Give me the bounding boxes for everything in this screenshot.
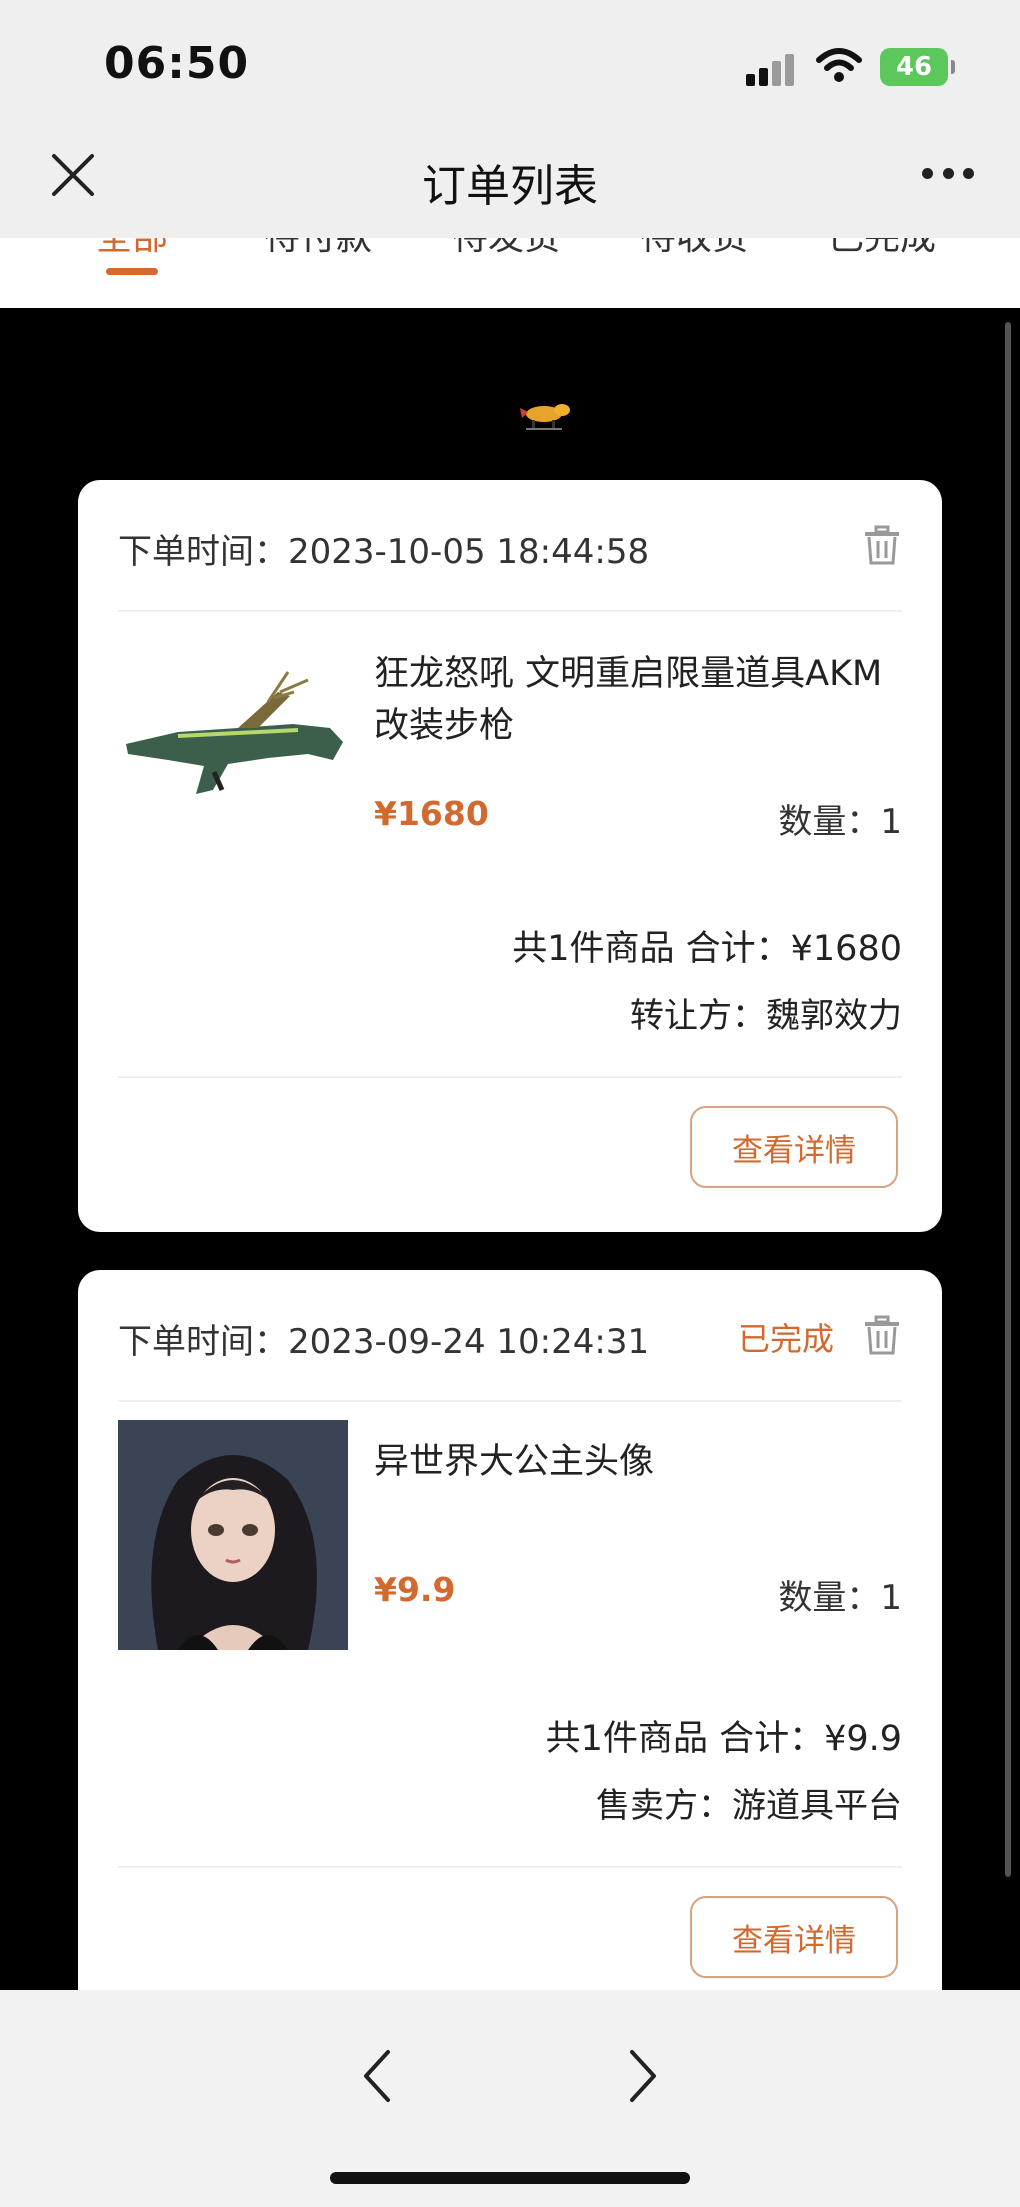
tab-completed[interactable]: 已完成 bbox=[828, 238, 936, 260]
cellular-signal-icon bbox=[746, 52, 796, 86]
battery-icon: 46 bbox=[880, 48, 955, 86]
order-tabs: 全部 待付款 待发货 待收货 已完成 bbox=[0, 238, 1020, 308]
bottom-toolbar bbox=[0, 1990, 1020, 2207]
order-card: 下单时间：2023-09-24 10:24:31 已完成 异世界大公主头像 ¥9… bbox=[78, 1270, 942, 2030]
divider bbox=[118, 1076, 902, 1078]
tab-pending-shipment[interactable]: 待发货 bbox=[452, 238, 560, 260]
order-card: 下单时间：2023-10-05 18:44:58 狂龙怒吼 文明重启限量道具AK… bbox=[78, 480, 942, 1232]
trash-icon[interactable] bbox=[862, 1314, 902, 1356]
view-details-button[interactable]: 查看详情 bbox=[690, 1106, 898, 1188]
product-thumbnail[interactable] bbox=[118, 632, 348, 862]
product-thumbnail[interactable] bbox=[118, 1420, 348, 1650]
product-price: ¥9.9 bbox=[374, 1570, 456, 1609]
divider bbox=[118, 1400, 902, 1402]
seller-party: 售卖方：游道具平台 bbox=[596, 1786, 902, 1826]
product-quantity: 数量：1 bbox=[778, 802, 902, 842]
divider bbox=[118, 610, 902, 612]
order-time: 下单时间：2023-09-24 10:24:31 bbox=[118, 1322, 650, 1362]
top-bar: 06:50 46 订单列表 bbox=[0, 0, 1020, 238]
home-indicator[interactable] bbox=[330, 2172, 690, 2184]
order-total: 共1件商品 合计：¥9.9 bbox=[545, 1719, 902, 1759]
status-time: 06:50 bbox=[104, 38, 250, 89]
divider bbox=[118, 1866, 902, 1868]
product-name: 异世界大公主头像 bbox=[374, 1442, 655, 1482]
transfer-party: 转让方：魏郭效力 bbox=[630, 996, 902, 1036]
product-price: ¥1680 bbox=[374, 794, 489, 833]
view-details-button[interactable]: 查看详情 bbox=[690, 1896, 898, 1978]
back-arrow-icon[interactable] bbox=[358, 2046, 398, 2106]
forward-arrow-icon[interactable] bbox=[622, 2046, 662, 2106]
order-time: 下单时间：2023-10-05 18:44:58 bbox=[118, 532, 650, 572]
more-options-icon[interactable] bbox=[922, 168, 974, 184]
page-title: 订单列表 bbox=[422, 161, 598, 212]
active-tab-indicator bbox=[106, 268, 158, 275]
order-total: 共1件商品 合计：¥1680 bbox=[512, 929, 902, 969]
scrollbar[interactable] bbox=[1005, 322, 1011, 1877]
product-quantity: 数量：1 bbox=[778, 1578, 902, 1618]
trash-icon[interactable] bbox=[862, 524, 902, 566]
tab-pending-payment[interactable]: 待付款 bbox=[264, 238, 372, 260]
tab-all[interactable]: 全部 bbox=[96, 238, 168, 260]
product-name: 狂龙怒吼 文明重启限量道具AKM改装步枪 bbox=[374, 654, 883, 746]
tab-pending-receipt[interactable]: 待收货 bbox=[640, 238, 748, 260]
wifi-icon bbox=[816, 48, 862, 82]
order-status-badge: 已完成 bbox=[738, 1320, 835, 1358]
loading-dog-icon bbox=[520, 404, 570, 430]
